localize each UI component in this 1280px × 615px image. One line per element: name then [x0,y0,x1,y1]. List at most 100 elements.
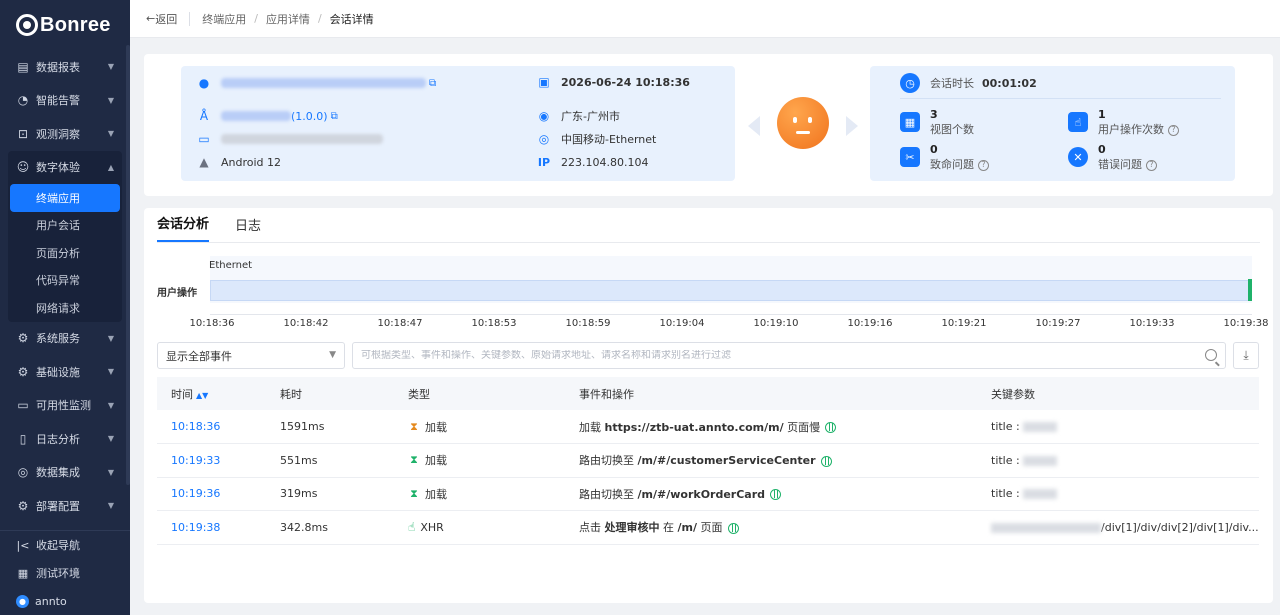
sidebar-subitem-user-session[interactable]: 用户会话 [8,212,122,240]
globe-icon[interactable] [825,422,837,433]
sidebar-item-service[interactable]: ⚙ 系统服务 ▼ [0,322,130,356]
logo[interactable]: Bonree [0,0,130,50]
param-redacted [1023,489,1058,500]
breadcrumb-terminal-app[interactable]: 终端应用 [202,11,246,27]
external-link-icon[interactable]: ⧉ [331,111,338,122]
next-arrow-icon[interactable] [846,116,858,136]
ip-icon: IP [537,155,551,169]
timeline-row-label: 用户操作 [157,288,197,299]
column-header-time[interactable]: 时间 ▲▼ [157,377,266,410]
location: 广东-广州市 [561,110,620,123]
clock-icon: ◷ [900,73,920,93]
session-info-card: ● ⧉ Å (1.0.0) ⧉ ▭ ▲ Android 12 ▣ 2026-06… [144,54,1273,196]
param-text: title : [991,420,1020,433]
timeline-tick-label: 10:19:33 [1129,318,1175,329]
event-params: /div[1]/div/div[2]/div[1]/div... [977,510,1259,545]
sidebar-subitem-page-analysis[interactable]: 页面分析 [8,239,122,267]
sidebar-item-availability[interactable]: ▭ 可用性监测 ▼ [0,389,130,423]
event-action: 路由切换至 /m/#/workOrderCard [565,477,977,511]
location-row: ◉ 广东-广州市 [537,107,620,125]
sidebar-item-label: 智能告警 [36,94,80,108]
environment-switch[interactable]: ▦ 测试环境 [0,559,130,587]
help-icon[interactable]: ? [1168,124,1179,136]
event-filter-value: 显示全部事件 [166,349,232,363]
sidebar-item-infra[interactable]: ⚙ 基础设施 ▼ [0,355,130,389]
globe-icon[interactable] [770,489,782,501]
app-version[interactable]: (1.0.0) [291,110,328,123]
events-table: 时间 ▲▼ 耗时 类型 事件和操作 关键参数 10:18:36 1591ms ⧗ 加… [157,377,1259,545]
sidebar-item-integration[interactable]: ◎ 数据集成 ▼ [0,456,130,490]
sidebar-item-alerts[interactable]: ◔ 智能告警 ▼ [0,84,130,118]
face-mouth [796,131,810,134]
table-header-row: 时间 ▲▼ 耗时 类型 事件和操作 关键参数 [157,377,1259,410]
user-id-redacted[interactable] [221,78,426,88]
table-row[interactable]: 10:19:38 342.8ms ☝ XHR 点击 处理审核中 在 /m/ 页面 … [157,510,1259,545]
hourglass-icon: ⧗ [410,419,418,433]
user-menu[interactable]: ● annto [0,587,130,615]
event-cost: 319ms [266,477,394,511]
table-row[interactable]: 10:19:33 551ms ⧗ 加载 路由切换至 /m/#/customerSe… [157,443,1259,478]
sidebar-subitem-code-exception[interactable]: 代码异常 [8,267,122,295]
sidebar-subitem-terminal-app[interactable]: 终端应用 [10,184,120,212]
search-icon[interactable] [1205,349,1217,361]
event-action: 加载 https://ztb-uat.annto.com/m/ 页面慢 [565,410,977,444]
action-text: 页面 [697,521,723,535]
sidebar-item-reports[interactable]: ▤ 数据报表 ▼ [0,50,130,84]
chevron-down-icon: ▼ [107,501,114,511]
stat-value: 3 [930,108,938,121]
sidebar-scrollbar[interactable] [126,45,130,485]
external-link-icon[interactable]: ⧉ [429,78,436,89]
stat-value: 0 [930,143,938,156]
collapse-nav-button[interactable]: |< 收起导航 [0,531,130,559]
search-input[interactable] [361,350,1181,361]
sidebar-item-deploy[interactable]: ⚙ 部署配置 ▼ [0,489,130,523]
download-button[interactable]: ⤓ [1233,342,1259,369]
globe-icon[interactable] [727,522,739,534]
event-time-link[interactable]: 10:19:38 [171,521,220,534]
event-time-link[interactable]: 10:18:36 [171,420,220,433]
breadcrumb-app-detail[interactable]: 应用详情 [266,11,310,27]
event-time-link[interactable]: 10:19:36 [171,487,220,500]
tab-log[interactable]: 日志 [235,215,261,242]
sidebar-nav: ▤ 数据报表 ▼ ◔ 智能告警 ▼ ⊡ 观测洞察 ▼ ☺ 数字体验 ▲ 终端应用… [0,50,130,523]
app-row: Å (1.0.0) ⧉ [197,107,338,125]
app-name-redacted[interactable] [221,111,291,121]
timeline-event-marker[interactable] [1248,279,1252,301]
action-text: 页面慢 [783,420,821,434]
globe-icon[interactable] [820,455,832,467]
username: annto [35,594,67,608]
face-eye [808,117,812,123]
sidebar-subitem-network-request[interactable]: 网络请求 [8,294,122,322]
breadcrumb-separator: / [317,12,322,25]
back-button[interactable]: ← 返回 [146,11,177,27]
sidebar-group-experience: ☺ 数字体验 ▲ 终端应用 用户会话 页面分析 代码异常 网络请求 [8,150,122,322]
tab-session-analysis[interactable]: 会话分析 [157,213,210,242]
sidebar-item-log[interactable]: ▯ 日志分析 ▼ [0,422,130,456]
action-text: 在 [659,521,678,535]
logo-icon [16,14,38,36]
sort-icon[interactable]: ▲▼ [196,391,208,400]
event-time-link[interactable]: 10:19:33 [171,454,220,467]
sidebar-item-label: 观测洞察 [36,127,80,141]
network: 中国移动-Ethernet [561,133,657,146]
chevron-down-icon: ▼ [107,467,114,477]
event-filter-select[interactable]: 显示全部事件 ▼ [157,342,345,369]
chevron-down-icon: ▼ [107,367,114,377]
stat-label: 视图个数 [930,123,974,136]
help-icon[interactable]: ? [978,159,989,171]
sidebar-item-experience[interactable]: ☺ 数字体验 ▲ [8,151,122,185]
sidebar-item-insight[interactable]: ⊡ 观测洞察 ▼ [0,117,130,151]
collapse-icon: |< [16,538,30,552]
timeline-bar[interactable] [210,280,1252,301]
service-icon: ⚙ [17,331,29,346]
alarm-icon: ◔ [17,93,29,108]
sidebar-item-label: 数字体验 [36,161,80,175]
event-cost: 1591ms [266,410,394,444]
table-row[interactable]: 10:18:36 1591ms ⧗ 加载 加载 https://ztb-uat.a… [157,410,1259,444]
stat-label: 错误问题 [1098,158,1142,171]
table-row[interactable]: 10:19:36 319ms ⧗ 加载 路由切换至 /m/#/workOrderC… [157,477,1259,511]
infra-icon: ⚙ [17,364,29,379]
event-params: title : [977,443,1259,478]
help-icon[interactable]: ? [1146,159,1157,171]
previous-arrow-icon[interactable] [748,116,760,136]
